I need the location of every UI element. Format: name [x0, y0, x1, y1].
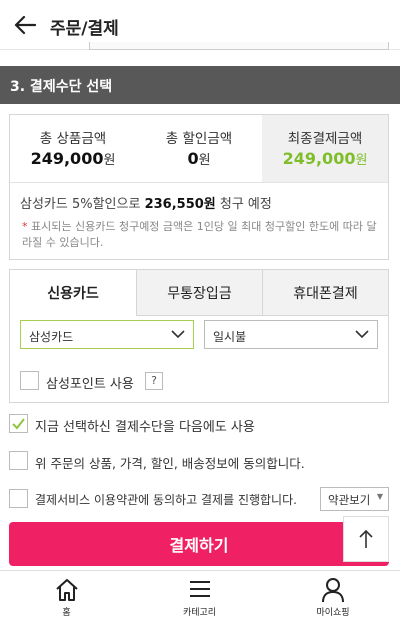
menu-icon — [189, 581, 210, 597]
check-icon — [12, 418, 25, 430]
home-icon — [55, 579, 78, 601]
save-method-label: 지금 선택하신 결제수단을 다음에도 사용 — [35, 420, 255, 435]
agree-order-checkbox[interactable] — [9, 451, 28, 470]
card-select[interactable]: 삼성카드 — [20, 320, 194, 349]
total-discount-label: 총 할인금액 — [165, 131, 233, 147]
scroll-top-button[interactable] — [343, 516, 389, 562]
points-label: 삼성포인트 사용 — [46, 377, 134, 392]
arrow-up-icon — [359, 529, 373, 548]
nav-category-label: 카테고리 — [182, 608, 217, 618]
final-amount-label: 최종결제금액 — [287, 131, 363, 147]
total-discount: 총 할인금액 0원 — [136, 115, 262, 182]
bottom-navigation: 홈 카테고리 마이쇼핑 — [0, 570, 400, 623]
section-title: 3. 결제수단 선택 — [10, 79, 113, 95]
points-help-button[interactable]: ? — [145, 372, 163, 390]
chevron-down-icon — [171, 330, 185, 339]
agree-terms-checkbox[interactable] — [9, 489, 28, 508]
tab-mobile-payment[interactable]: 휴대폰결제 — [262, 270, 388, 316]
billing-note: * 표시되는 신용카드 청구예정 금액은 1인당 일 최대 청구할인 한도에 따… — [22, 220, 377, 249]
final-amount: 최종결제금액 249,000원 — [262, 115, 388, 182]
section-header: 3. 결제수단 선택 — [0, 66, 400, 104]
save-method-checkbox[interactable] — [9, 414, 28, 433]
user-icon — [322, 578, 344, 603]
arrow-left-icon — [14, 15, 36, 35]
installment-select[interactable]: 일시불 — [204, 320, 378, 349]
tab-credit-card[interactable]: 신용카드 — [10, 270, 136, 316]
expected-amount: 236,550원 — [144, 197, 216, 212]
payment-tabs: 신용카드 무통장입금 휴대폰결제 — [10, 270, 388, 316]
tab-bank-transfer[interactable]: 무통장입금 — [136, 270, 262, 316]
total-products-value: 249,000원 — [30, 149, 116, 168]
total-discount-value: 0원 — [187, 149, 211, 168]
final-amount-value: 249,000원 — [282, 149, 368, 168]
pay-button[interactable]: 결제하기 — [9, 522, 389, 566]
nav-my-shopping-label: 마이쇼핑 — [316, 608, 350, 618]
payment-summary: 총 상품금액 249,000원 총 할인금액 0원 최종결제금액 249,000… — [9, 114, 389, 260]
agree-terms-label: 결제서비스 이용약관에 동의하고 결제를 진행합니다. — [35, 493, 297, 507]
nav-my-shopping[interactable]: 마이쇼핑 — [266, 571, 400, 623]
page-title: 주문/결제 — [50, 19, 119, 39]
expected-billing: 삼성카드 5%할인으로 236,550원 청구 예정 — [20, 197, 272, 212]
agree-order-label: 위 주문의 상품, 가격, 할인, 배송정보에 동의합니다. — [35, 456, 305, 471]
view-terms-button[interactable]: 약관보기 ▼ — [320, 487, 389, 511]
nav-category[interactable]: 카테고리 — [133, 571, 266, 623]
order-payment-page: 주문/결제 3. 결제수단 선택 총 상품금액 249,000원 총 할인금액 … — [0, 0, 400, 623]
back-button[interactable] — [8, 8, 42, 42]
chevron-down-icon — [355, 330, 369, 339]
summary-columns: 총 상품금액 249,000원 총 할인금액 0원 최종결제금액 249,000… — [10, 115, 388, 183]
previous-section-remnant — [89, 42, 389, 50]
total-products-label: 총 상품금액 — [39, 131, 107, 147]
total-products: 총 상품금액 249,000원 — [10, 115, 136, 182]
points-checkbox[interactable] — [20, 371, 39, 390]
nav-home-label: 홈 — [62, 608, 71, 618]
payment-method-box: 신용카드 무통장입금 휴대폰결제 삼성카드 일시불 삼성포인트 사용 ? — [9, 269, 389, 403]
nav-home[interactable]: 홈 — [0, 571, 133, 623]
caret-down-icon: ▼ — [376, 492, 383, 501]
